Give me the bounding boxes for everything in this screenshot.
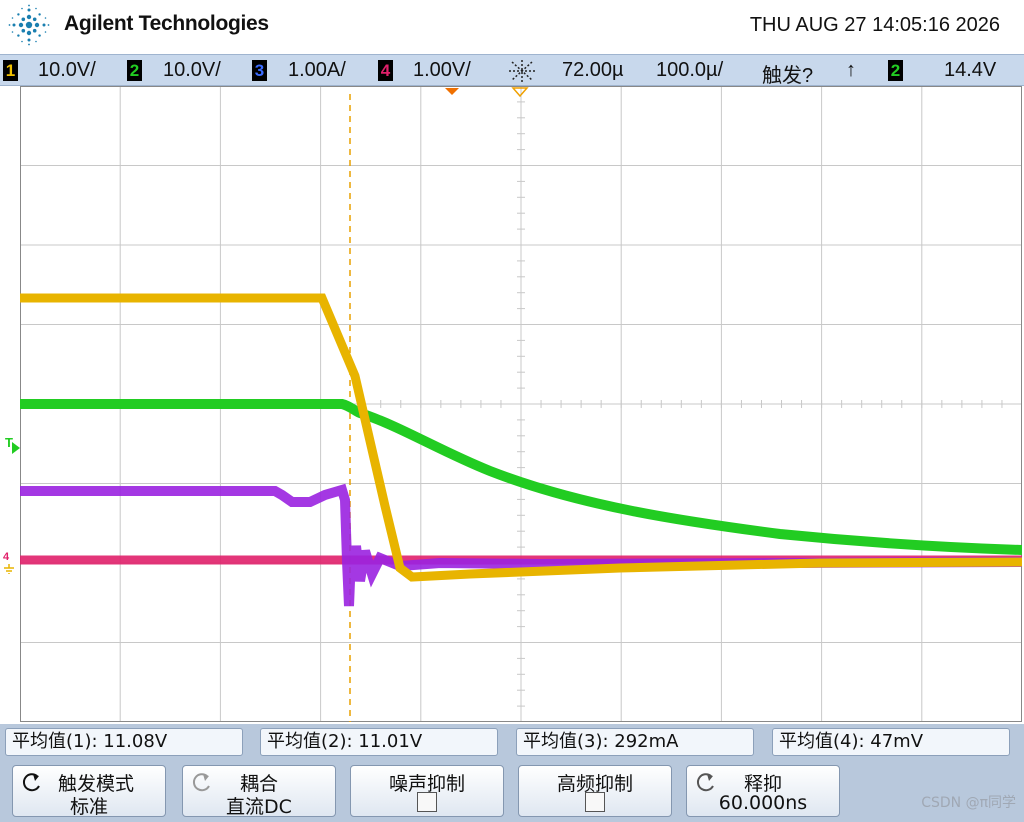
channel-status-bar: 1 10.0V/ 2 10.0V/ 3 1.00A/ 4 1.00V/ 72.0… — [0, 54, 1024, 87]
datetime: THU AUG 27 14:05:16 2026 — [749, 14, 1000, 36]
softkey-trigger-mode-value: 标准 — [69, 796, 108, 818]
measurement-ch3-average[interactable]: 平均值(3): 292mA — [516, 728, 754, 756]
ground-marker-icon — [4, 564, 14, 574]
hf-reject-checkbox[interactable] — [585, 792, 605, 812]
ch2-scale[interactable]: 10.0V/ — [163, 59, 221, 82]
softkey-bar: 触发模式 标准 耦合 直流DC 噪声抑制 高频抑制 释抑 60.000ns — [0, 762, 1024, 822]
header: Agilent Technologies THU AUG 27 14:05:16… — [0, 0, 1024, 54]
ch1-badge[interactable]: 1 — [3, 60, 18, 81]
trigger-edge-icon[interactable]: ↑ — [846, 59, 856, 82]
measurement-ch2-average[interactable]: 平均值(2): 11.01V — [260, 728, 498, 756]
trigger-position-marker-icon — [445, 88, 459, 95]
time-delay[interactable]: 72.00µ — [562, 59, 624, 82]
measurement-bar: 平均值(1): 11.08V 平均值(2): 11.01V 平均值(3): 29… — [0, 724, 1024, 762]
watermark: CSDN @π同学 — [921, 795, 1016, 811]
ground-marker-label[interactable]: 4 — [3, 551, 9, 563]
graticule — [20, 86, 1022, 722]
measurement-ch1-average[interactable]: 平均值(1): 11.08V — [5, 728, 243, 756]
softkey-coupling[interactable]: 耦合 直流DC — [182, 765, 336, 818]
time-reference-marker-icon — [511, 87, 529, 98]
ch3-scale[interactable]: 1.00A/ — [288, 59, 346, 82]
trigger-source-badge[interactable]: 2 — [888, 60, 903, 81]
ch4-badge[interactable]: 4 — [378, 60, 393, 81]
softkey-hf-reject[interactable]: 高频抑制 — [518, 765, 672, 817]
ch4-scale[interactable]: 1.00V/ — [413, 59, 471, 82]
agilent-spark-logo-icon — [8, 4, 50, 46]
waveform-display[interactable]: T 4 — [0, 86, 1024, 724]
ch3-badge[interactable]: 3 — [252, 60, 267, 81]
trigger-level[interactable]: 14.4V — [944, 59, 996, 82]
time-scale[interactable]: 100.0µ/ — [656, 59, 723, 82]
trigger-level-arrow-icon — [12, 442, 20, 454]
softkey-holdoff-value: 60.000ns — [718, 792, 808, 814]
ch1-scale[interactable]: 10.0V/ — [38, 59, 96, 82]
noise-reject-checkbox[interactable] — [417, 792, 437, 812]
measurement-ch4-average[interactable]: 平均值(4): 47mV — [772, 728, 1010, 756]
softkey-holdoff[interactable]: 释抑 60.000ns — [686, 765, 840, 817]
softkey-noise-reject[interactable]: 噪声抑制 — [350, 765, 504, 817]
softkey-trigger-mode[interactable]: 触发模式 标准 — [12, 765, 166, 818]
ch2-badge[interactable]: 2 — [127, 60, 142, 81]
brand-name: Agilent Technologies — [64, 12, 269, 35]
horizontal-timebase-icon[interactable] — [505, 58, 539, 84]
softkey-coupling-value: 直流DC — [226, 796, 292, 818]
trigger-state: 触发? — [762, 65, 814, 87]
